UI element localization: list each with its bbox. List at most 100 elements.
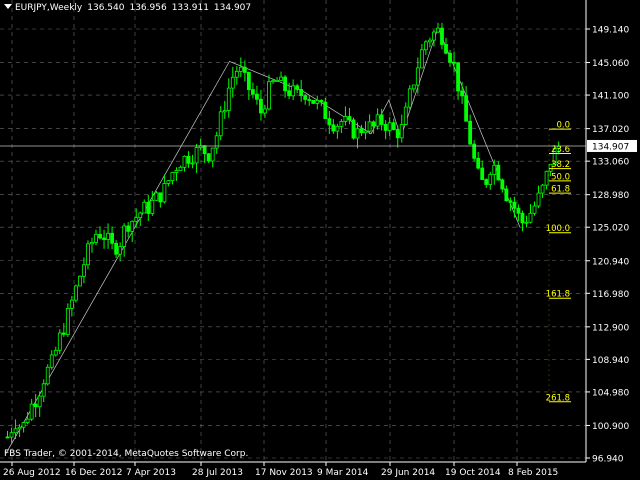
candle-body — [170, 172, 175, 182]
candle-body — [484, 179, 489, 185]
chart-header: EURJPY,Weekly 136.540 136.956 133.911 134.90… — [4, 3, 256, 13]
candle-body — [5, 436, 10, 439]
price-tick-label: 137.020 — [592, 125, 629, 135]
candle-body — [130, 220, 135, 232]
candle-body — [456, 62, 460, 92]
symbol-label: EURJPY,Weekly — [15, 3, 83, 13]
candle-body — [251, 89, 255, 95]
candle-body — [114, 242, 119, 255]
candle-body — [299, 89, 304, 97]
candle-body — [355, 128, 360, 139]
low-value: 133.911 — [171, 3, 209, 13]
candle-body — [86, 243, 90, 266]
candle-body — [106, 232, 110, 240]
candle-body — [271, 80, 275, 83]
candle-body — [403, 106, 408, 125]
candle-body — [347, 116, 352, 121]
candle-body — [287, 90, 292, 97]
candle-body — [432, 31, 436, 41]
candle-body — [138, 212, 143, 219]
price-tick-label: 104.980 — [592, 388, 629, 398]
candle-body — [178, 166, 183, 171]
time-tick-label: 8 Feb 2015 — [508, 468, 558, 478]
candle-body — [98, 233, 102, 239]
candle-body — [448, 52, 452, 63]
candle-body — [428, 39, 432, 43]
candle-body — [190, 162, 195, 165]
fibo-level-label: 261.8 — [546, 393, 570, 403]
time-tick-label: 26 Aug 2012 — [3, 468, 61, 478]
price-tick-label: 112.900 — [592, 323, 629, 333]
candle-body — [468, 120, 473, 145]
candle-body — [21, 422, 26, 428]
candle-body — [500, 179, 505, 190]
candle-body — [37, 395, 42, 408]
candle-body — [246, 72, 251, 90]
candle-body — [210, 147, 215, 162]
candle-body — [73, 285, 78, 301]
candle-body — [512, 201, 517, 209]
fibo-level-label: 50.0 — [551, 172, 570, 182]
candle-body — [423, 41, 428, 51]
candle-body — [311, 100, 316, 104]
candle-body — [516, 207, 521, 214]
candle-body — [126, 225, 131, 232]
open-value: 136.540 — [87, 3, 125, 13]
candle-body — [335, 125, 340, 132]
candle-body — [367, 121, 372, 132]
candle-body — [415, 67, 420, 86]
candle-body — [496, 164, 501, 181]
candle-body — [504, 188, 509, 202]
candle-body — [41, 383, 46, 397]
candle-body — [259, 98, 263, 114]
candle-body — [508, 200, 513, 203]
candle-body — [363, 130, 368, 134]
candle-body — [226, 87, 231, 111]
candle-body — [391, 122, 396, 130]
dropdown-triangle-icon[interactable] — [4, 4, 12, 9]
current-price-label: 134.907 — [592, 142, 629, 152]
candle-body — [263, 108, 267, 114]
candle-body — [218, 111, 223, 137]
price-tick-label: 108.940 — [592, 356, 629, 366]
price-tick-label: 141.100 — [592, 92, 629, 102]
fibo-level-label: 161.8 — [546, 290, 570, 300]
candle-body — [480, 167, 485, 180]
candle-body — [275, 80, 279, 82]
candle-body — [267, 81, 271, 110]
candle-body — [238, 66, 243, 72]
time-tick-label: 7 Apr 2013 — [126, 468, 176, 478]
time-tick-label: 19 Oct 2014 — [445, 468, 501, 478]
candle-body — [118, 246, 123, 255]
candle-body — [452, 61, 456, 64]
candle-body — [540, 184, 545, 194]
candle-body — [488, 174, 493, 185]
candle-body — [82, 264, 86, 277]
candle-body — [532, 205, 537, 214]
candle-body — [359, 128, 364, 134]
candle-body — [528, 212, 533, 223]
candle-body — [57, 332, 62, 351]
candle-body — [283, 76, 287, 92]
candle-body — [307, 99, 312, 101]
candle-body — [327, 118, 332, 126]
fibo-level-label: 23.6 — [551, 145, 570, 155]
candle-body — [122, 225, 127, 247]
candle-body — [186, 155, 191, 164]
candle-body — [375, 114, 380, 127]
price-tick-label: 149.140 — [592, 26, 629, 36]
time-tick-label: 9 Mar 2014 — [317, 468, 369, 478]
candle-body — [411, 84, 416, 90]
candle-body — [279, 76, 283, 81]
fibo-level-label: 0.0 — [556, 121, 570, 131]
price-tick-label: 96.940 — [592, 455, 624, 465]
candle-body — [69, 299, 74, 309]
candle-body — [146, 201, 151, 214]
price-chart[interactable]: 0.0 23.6 38.2 50.0 61.8 100.0 161.8 261.8 149.1… — [0, 0, 640, 480]
candle-body — [315, 100, 320, 104]
candle-body — [323, 101, 328, 120]
candle-body — [230, 76, 235, 89]
candle-body — [291, 85, 296, 97]
candle-body — [162, 183, 167, 203]
candle-body — [174, 170, 179, 173]
